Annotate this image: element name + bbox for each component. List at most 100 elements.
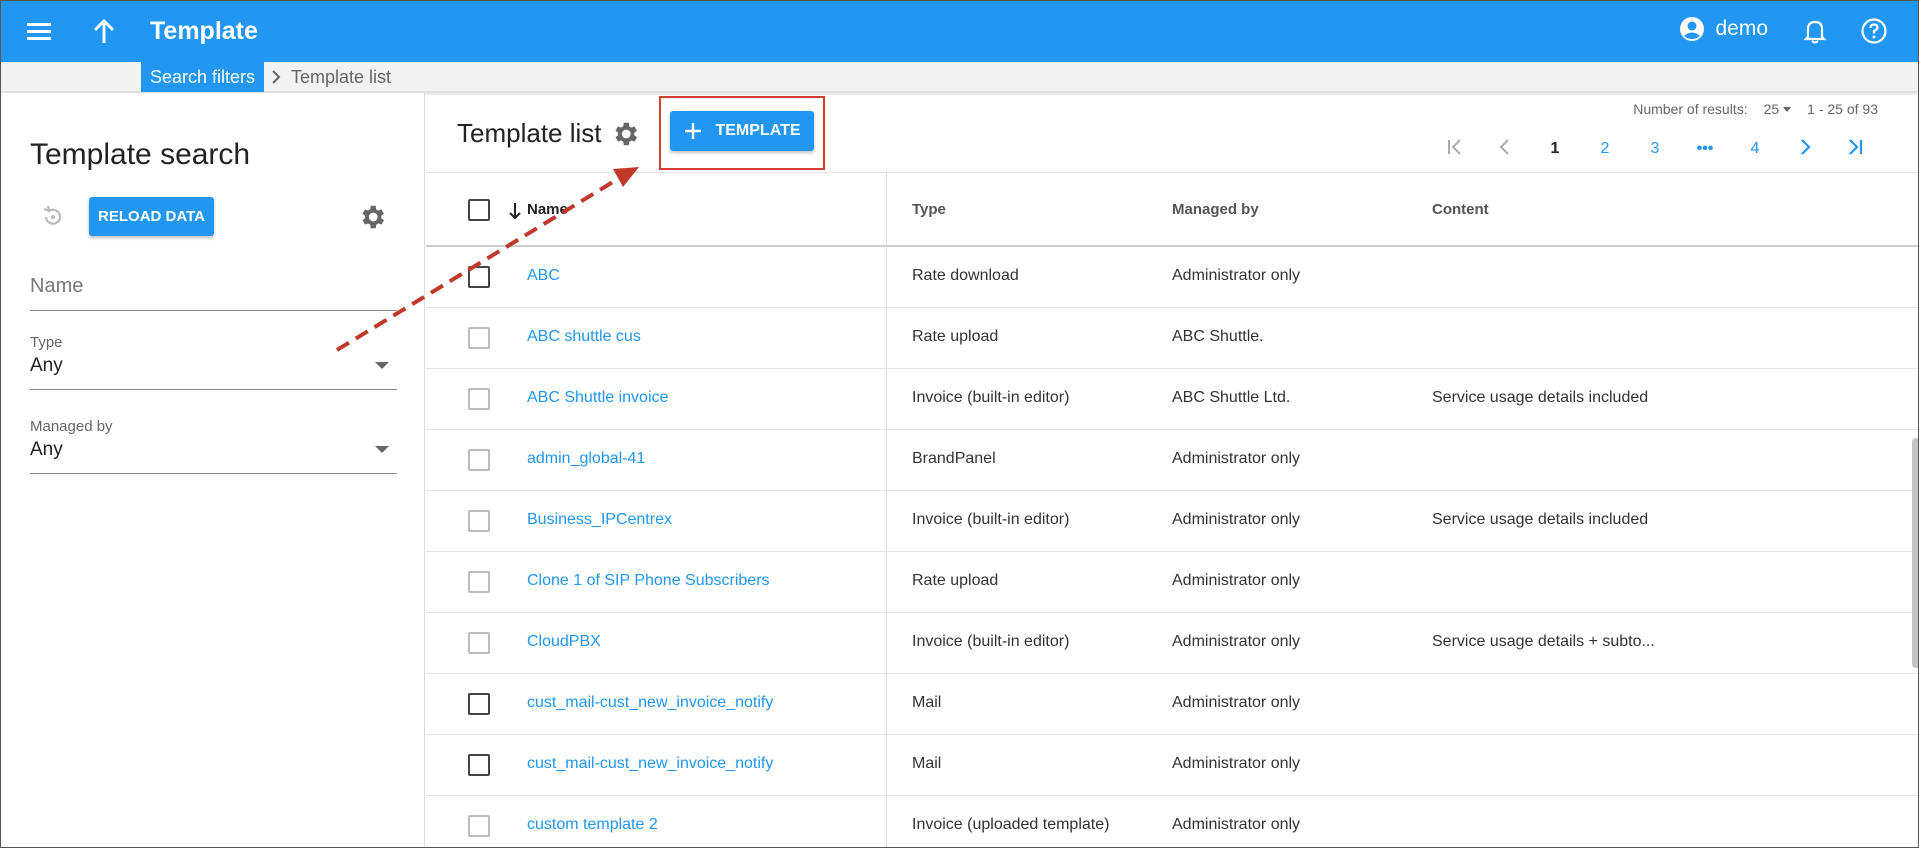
row-name-link[interactable]: Clone 1 of SIP Phone Subscribers (527, 572, 770, 590)
row-name-link[interactable]: ABC (527, 267, 560, 285)
row-content: Service usage details + subto... (1432, 633, 1655, 650)
column-managed-by[interactable]: Managed by (1172, 201, 1259, 218)
row-type: Mail (912, 755, 942, 772)
row-name-link[interactable]: CloudPBX (527, 633, 601, 651)
select-all-checkbox[interactable] (468, 199, 490, 221)
row-checkbox[interactable] (468, 754, 490, 776)
row-managed-by: Administrator only (1172, 694, 1301, 711)
prev-page-icon[interactable] (1480, 137, 1530, 161)
table-row[interactable]: ABC Rate download Administrator only (426, 247, 1918, 308)
page-1[interactable]: 1 (1530, 137, 1580, 161)
column-type[interactable]: Type (912, 201, 946, 218)
managed-by-select[interactable]: Managed by Any (30, 418, 397, 474)
user-name: demo (1715, 17, 1768, 40)
help-icon[interactable] (1860, 17, 1888, 50)
chevron-down-icon (375, 362, 389, 369)
row-type: Invoice (built-in editor) (912, 633, 1070, 650)
row-name-link[interactable]: ABC Shuttle invoice (527, 389, 668, 407)
first-page-icon[interactable] (1430, 137, 1480, 161)
gear-icon[interactable] (357, 202, 387, 237)
table-row[interactable]: cust_mail-cust_new_invoice_notify Mail Adm… (426, 735, 1918, 796)
page-title: Template (150, 17, 258, 45)
table-row[interactable]: cust_mail-cust_new_invoice_notify Mail Adm… (426, 674, 1918, 735)
results-info: Number of results: 25 1 - 25 of 93 (1633, 101, 1878, 117)
page-3[interactable]: 3 (1630, 137, 1680, 161)
reload-data-button[interactable]: RELOAD DATA (89, 197, 214, 236)
table-row[interactable]: Clone 1 of SIP Phone Subscribers Rate upl… (426, 552, 1918, 613)
row-checkbox[interactable] (468, 693, 490, 715)
chevron-down-icon (1783, 106, 1792, 112)
row-checkbox[interactable] (468, 571, 490, 593)
row-managed-by: ABC Shuttle. (1172, 328, 1264, 345)
pagination: 1 2 3 ••• 4 (1430, 137, 1880, 161)
row-managed-by: Administrator only (1172, 450, 1301, 467)
results-range: 1 - 25 of 93 (1807, 101, 1878, 117)
row-type: Invoice (built-in editor) (912, 511, 1070, 528)
row-content: Service usage details included (1432, 511, 1649, 528)
last-page-icon[interactable] (1830, 137, 1880, 161)
row-checkbox[interactable] (468, 449, 490, 471)
name-field[interactable]: Name (30, 275, 397, 311)
row-type: BrandPanel (912, 450, 996, 467)
table-row[interactable]: ABC shuttle cus Rate upload ABC Shuttle. (426, 308, 1918, 369)
chevron-down-icon (375, 446, 389, 453)
top-bar: Template demo (1, 1, 1918, 62)
type-select[interactable]: Type Any (30, 334, 397, 390)
row-type: Rate upload (912, 328, 999, 345)
breadcrumb: Search filters Template list (1, 62, 1918, 92)
sort-down-icon[interactable] (508, 201, 522, 226)
row-checkbox[interactable] (468, 266, 490, 288)
row-managed-by: Administrator only (1172, 755, 1301, 772)
row-checkbox[interactable] (468, 388, 490, 410)
row-managed-by: ABC Shuttle Ltd. (1172, 389, 1291, 406)
page-2[interactable]: 2 (1580, 137, 1630, 161)
table-row[interactable]: Business_IPCentrex Invoice (built-in edit… (426, 491, 1918, 552)
user-menu[interactable]: demo (1679, 16, 1768, 42)
row-name-link[interactable]: Business_IPCentrex (527, 511, 672, 529)
bell-icon[interactable] (1802, 17, 1828, 50)
row-checkbox[interactable] (468, 327, 490, 349)
add-template-label: TEMPLATE (715, 122, 801, 139)
chevron-right-icon (269, 67, 283, 92)
managed-by-label: Managed by (30, 418, 113, 435)
row-name-link[interactable]: cust_mail-cust_new_invoice_notify (527, 755, 773, 773)
breadcrumb-search-filters[interactable]: Search filters (141, 62, 265, 92)
row-content: Service usage details included (1432, 389, 1649, 406)
scrollbar[interactable] (1912, 438, 1918, 668)
row-checkbox[interactable] (468, 632, 490, 654)
table-row[interactable]: admin_global-41 BrandPanel Administrator o… (426, 430, 1918, 491)
row-type: Mail (912, 694, 942, 711)
page-size-value: 25 (1763, 101, 1780, 117)
managed-by-value: Any (30, 439, 63, 460)
row-type: Invoice (uploaded template) (912, 816, 1110, 833)
list-title: Template list (457, 118, 602, 148)
add-template-button[interactable]: TEMPLATE (670, 111, 814, 151)
row-name-link[interactable]: ABC shuttle cus (527, 328, 641, 346)
row-type: Invoice (built-in editor) (912, 389, 1070, 406)
row-type: Rate download (912, 267, 1019, 284)
row-checkbox[interactable] (468, 815, 490, 837)
row-name-link[interactable]: cust_mail-cust_new_invoice_notify (527, 694, 773, 712)
row-name-link[interactable]: custom template 2 (527, 816, 658, 834)
table-row[interactable]: CloudPBX Invoice (built-in editor) Adminis… (426, 613, 1918, 674)
column-content[interactable]: Content (1432, 201, 1489, 218)
table-row[interactable]: custom template 2 Invoice (uploaded templ… (426, 796, 1918, 847)
page-4[interactable]: 4 (1730, 137, 1780, 161)
arrow-up-icon[interactable] (89, 15, 119, 49)
reset-icon[interactable] (39, 203, 67, 236)
row-managed-by: Administrator only (1172, 267, 1301, 284)
row-checkbox[interactable] (468, 510, 490, 532)
gear-icon[interactable] (610, 119, 640, 154)
account-icon (1680, 17, 1705, 41)
table-row[interactable]: ABC Shuttle invoice Invoice (built-in edi… (426, 369, 1918, 430)
search-panel-title: Template search (30, 138, 251, 171)
row-name-link[interactable]: admin_global-41 (527, 450, 645, 468)
menu-icon[interactable] (27, 19, 61, 45)
page-ellipsis[interactable]: ••• (1680, 137, 1730, 161)
app-window: Template demo Search filters Template li… (0, 0, 1919, 848)
results-label: Number of results: (1633, 101, 1748, 117)
type-value: Any (30, 355, 63, 376)
page-size-select[interactable]: 25 (1758, 101, 1798, 117)
column-name[interactable]: Name (527, 201, 568, 218)
next-page-icon[interactable] (1780, 137, 1830, 161)
